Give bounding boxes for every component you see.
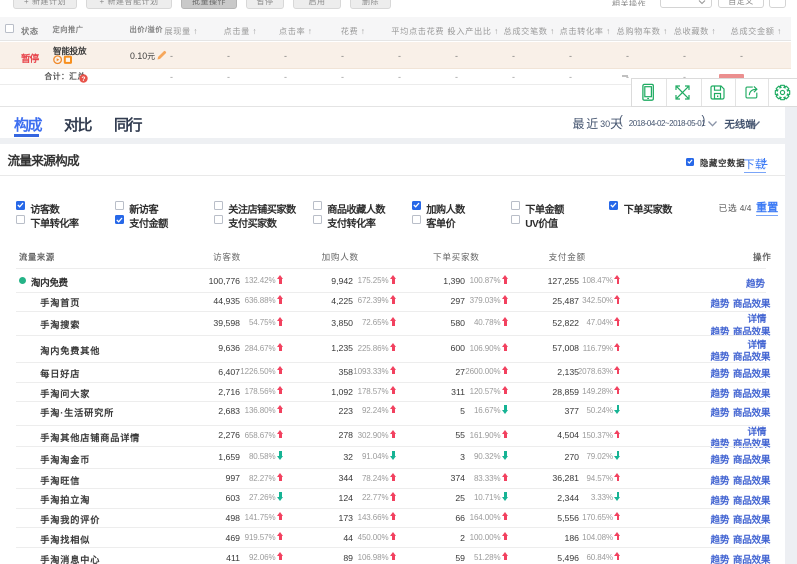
svg-text:?: ? <box>82 75 86 82</box>
